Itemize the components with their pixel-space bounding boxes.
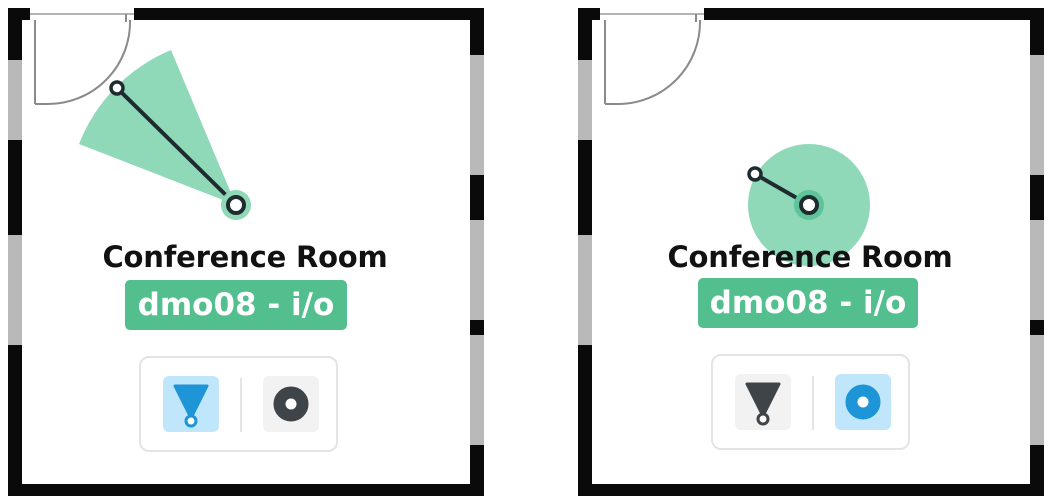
directional-cone-icon xyxy=(745,382,781,426)
room-name: Conference Room xyxy=(102,240,388,274)
aim-handle[interactable] xyxy=(747,166,763,182)
floorplan-panel-directional: Conference Room dmo08 - i/o xyxy=(0,0,490,497)
mode-toolbar xyxy=(139,356,338,452)
wall-bottom xyxy=(8,484,484,496)
device-label-badge[interactable]: dmo08 - i/o xyxy=(698,278,918,328)
device-label-badge[interactable]: dmo08 - i/o xyxy=(125,280,347,330)
toolbar-divider xyxy=(812,376,814,430)
omni-tool-button[interactable] xyxy=(263,376,319,432)
window xyxy=(578,60,592,140)
floorplan-panel-omni: Conference Room dmo08 - i/o xyxy=(570,0,1052,497)
directional-tool-button[interactable] xyxy=(735,374,791,430)
wall-bottom xyxy=(578,484,1044,496)
device-marker[interactable] xyxy=(226,195,246,215)
window xyxy=(470,335,484,445)
device-marker[interactable] xyxy=(799,195,819,215)
omni-circle-icon xyxy=(845,384,881,420)
window xyxy=(1030,335,1044,445)
window xyxy=(1030,55,1044,175)
aim-handle[interactable] xyxy=(109,80,125,96)
mode-toolbar xyxy=(711,354,910,450)
room-name: Conference Room xyxy=(667,240,953,274)
omni-circle-icon xyxy=(273,386,309,422)
omni-tool-button[interactable] xyxy=(835,374,891,430)
directional-cone-icon xyxy=(173,384,209,428)
door-icon xyxy=(604,14,702,105)
directional-tool-button[interactable] xyxy=(163,376,219,432)
window xyxy=(470,55,484,175)
toolbar-divider xyxy=(240,378,242,432)
window xyxy=(8,60,22,140)
